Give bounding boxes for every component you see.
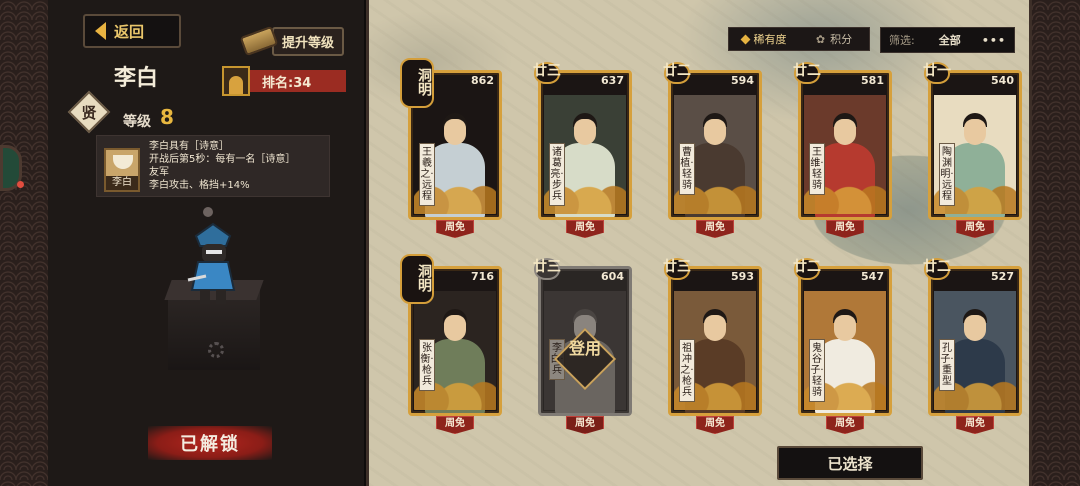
upgrade-level-button[interactable]: 提升等级 [239,25,346,57]
filter-value: 全部 [938,34,961,47]
hero-card[interactable]: 孔子·重型 527 廿二 周免 [923,258,1022,436]
selected-button[interactable]: 已选择 [777,446,923,480]
sort-tabs: 稀有度 ✿ 积分 [728,27,870,51]
card-frame: 曹植·轻骑 [668,70,762,220]
level-value: 8 [160,105,174,129]
card-frame: 祖冲之·枪兵 [668,266,762,416]
hero-score: 716 [471,270,494,283]
tab-rarity-label: 稀有度 [753,33,787,46]
tier-badge: 廿三 [530,58,564,88]
skill-icon-caption: 李白 [106,176,138,190]
hero-name: 李白 [114,66,159,91]
hero-card[interactable]: 王羲之·远程 862 洞明周免 [400,58,502,240]
tier-badge: 洞明 [398,56,434,108]
hero-card[interactable]: 李白·兵登用604廿三周免 [533,258,632,436]
tier-badge: 廿二 [920,254,954,284]
hero-card[interactable]: 鬼谷子·轻骑 547 廿二 周免 [793,258,892,436]
tier-badge: 廿二 [790,58,824,88]
skill-line: 李白攻击、格挡+14% [149,180,250,191]
level-label: 等级 [123,114,151,130]
side-drawer-handle[interactable] [0,145,24,191]
hero-nameplate: 曹植·轻骑 [679,143,695,195]
hero-score: 581 [861,74,884,87]
card-frame: 陶渊明·远程 [928,70,1022,220]
decorative-wave-border-right [1032,0,1080,486]
hero-nameplate: 张衡·枪兵 [419,339,435,391]
sparkle-icon [203,207,213,217]
hero-score: 547 [861,270,884,283]
weekly-free-tag: 周免 [826,220,864,238]
back-button[interactable]: 返回 [83,14,181,48]
card-frame: 诸葛亮·步兵 [538,70,632,220]
hero-score: 540 [991,74,1014,87]
filter-label: 筛选: [889,34,915,47]
weekly-free-tag: 周免 [566,220,604,238]
skill-line: 李白具有［诗意］ [149,141,229,152]
rank-display[interactable]: 排名:34 [222,66,346,96]
hero-sprite[interactable] [168,206,258,316]
tab-points[interactable]: ✿ 积分 [799,28,869,50]
hero-card[interactable]: 曹植·轻骑 594 廿二 周免 [663,62,762,240]
skill-line: 开战后第5秒：每有一名［诗意］ [149,154,296,165]
hero-card[interactable]: 诸葛亮·步兵 637 廿三 周免 [533,62,632,240]
chevron-left-icon [95,22,106,40]
tier-badge: 廿二 [790,254,824,284]
card-frame: 鬼谷子·轻骑 [798,266,892,416]
flower-icon: ✿ [815,32,826,46]
hero-card[interactable]: 祖冲之·枪兵 593 廿三 周免 [663,258,762,436]
back-label: 返回 [114,22,145,41]
weekly-free-tag: 周免 [436,416,474,434]
weekly-free-tag: 周免 [956,416,994,434]
notification-dot [17,181,24,188]
hero-nameplate: 王维·轻骑 [809,143,825,195]
skill-line: 友军 [149,167,169,178]
hero-nameplate: 鬼谷子·轻骑 [809,339,825,402]
diamond-icon [740,34,750,44]
filter-dropdown[interactable]: 筛选: 全部 ••• [880,27,1015,53]
hero-score: 527 [991,270,1014,283]
hero-card[interactable]: 张衡·枪兵 716 洞明周免 [400,254,502,436]
trophy-icon [222,66,250,96]
tab-rarity[interactable]: 稀有度 [729,28,799,50]
more-options-icon[interactable]: ••• [982,34,1006,47]
card-frame: 李白·兵登用 [538,266,632,416]
weekly-free-tag: 周免 [696,220,734,238]
rarity-badge-text: 贤 [81,103,97,122]
upgrade-level-label: 提升等级 [272,26,345,56]
tier-badge: 廿一 [920,58,954,88]
hero-nameplate: 诸葛亮·步兵 [549,143,565,206]
hero-nameplate: 祖冲之·枪兵 [679,339,695,402]
unlocked-status: 已解锁 [148,426,272,460]
hero-card[interactable]: 陶渊明·远程 540 廿一 周免 [923,62,1022,240]
tier-badge: 廿三 [530,254,564,284]
gear-icon [208,342,224,358]
hero-score: 604 [601,270,624,283]
skill-text: 李白具有［诗意］ 开战后第5秒：每有一名［诗意］ 友军 李白攻击、格挡+14% [149,140,329,192]
hero-card[interactable]: 王维·轻骑 581 廿二 周免 [793,62,892,240]
tier-badge: 洞明 [398,252,434,304]
hero-score: 862 [471,74,494,87]
tier-badge: 廿三 [660,254,694,284]
weekly-free-tag: 周免 [566,416,604,434]
hero-nameplate: 孔子·重型 [939,339,955,391]
weekly-free-tag: 周免 [436,220,474,238]
rank-label: 排名:34 [250,70,346,92]
recruit-overlay-label: 登用 [568,339,601,358]
hero-score: 593 [731,270,754,283]
card-frame: 王维·轻骑 [798,70,892,220]
tab-points-label: 积分 [830,33,853,46]
hero-score: 637 [601,74,624,87]
card-frame: 孔子·重型 [928,266,1022,416]
tier-badge: 廿二 [660,58,694,88]
hero-nameplate: 陶渊明·远程 [939,143,955,206]
hero-nameplate: 王羲之·远程 [419,143,435,206]
hero-score: 594 [731,74,754,87]
weekly-free-tag: 周免 [826,416,864,434]
cup-icon [113,155,133,169]
skill-cup-icon[interactable]: 李白 [104,148,140,192]
weekly-free-tag: 周免 [696,416,734,434]
decorative-wave-border-left [0,0,48,486]
weekly-free-tag: 周免 [956,220,994,238]
